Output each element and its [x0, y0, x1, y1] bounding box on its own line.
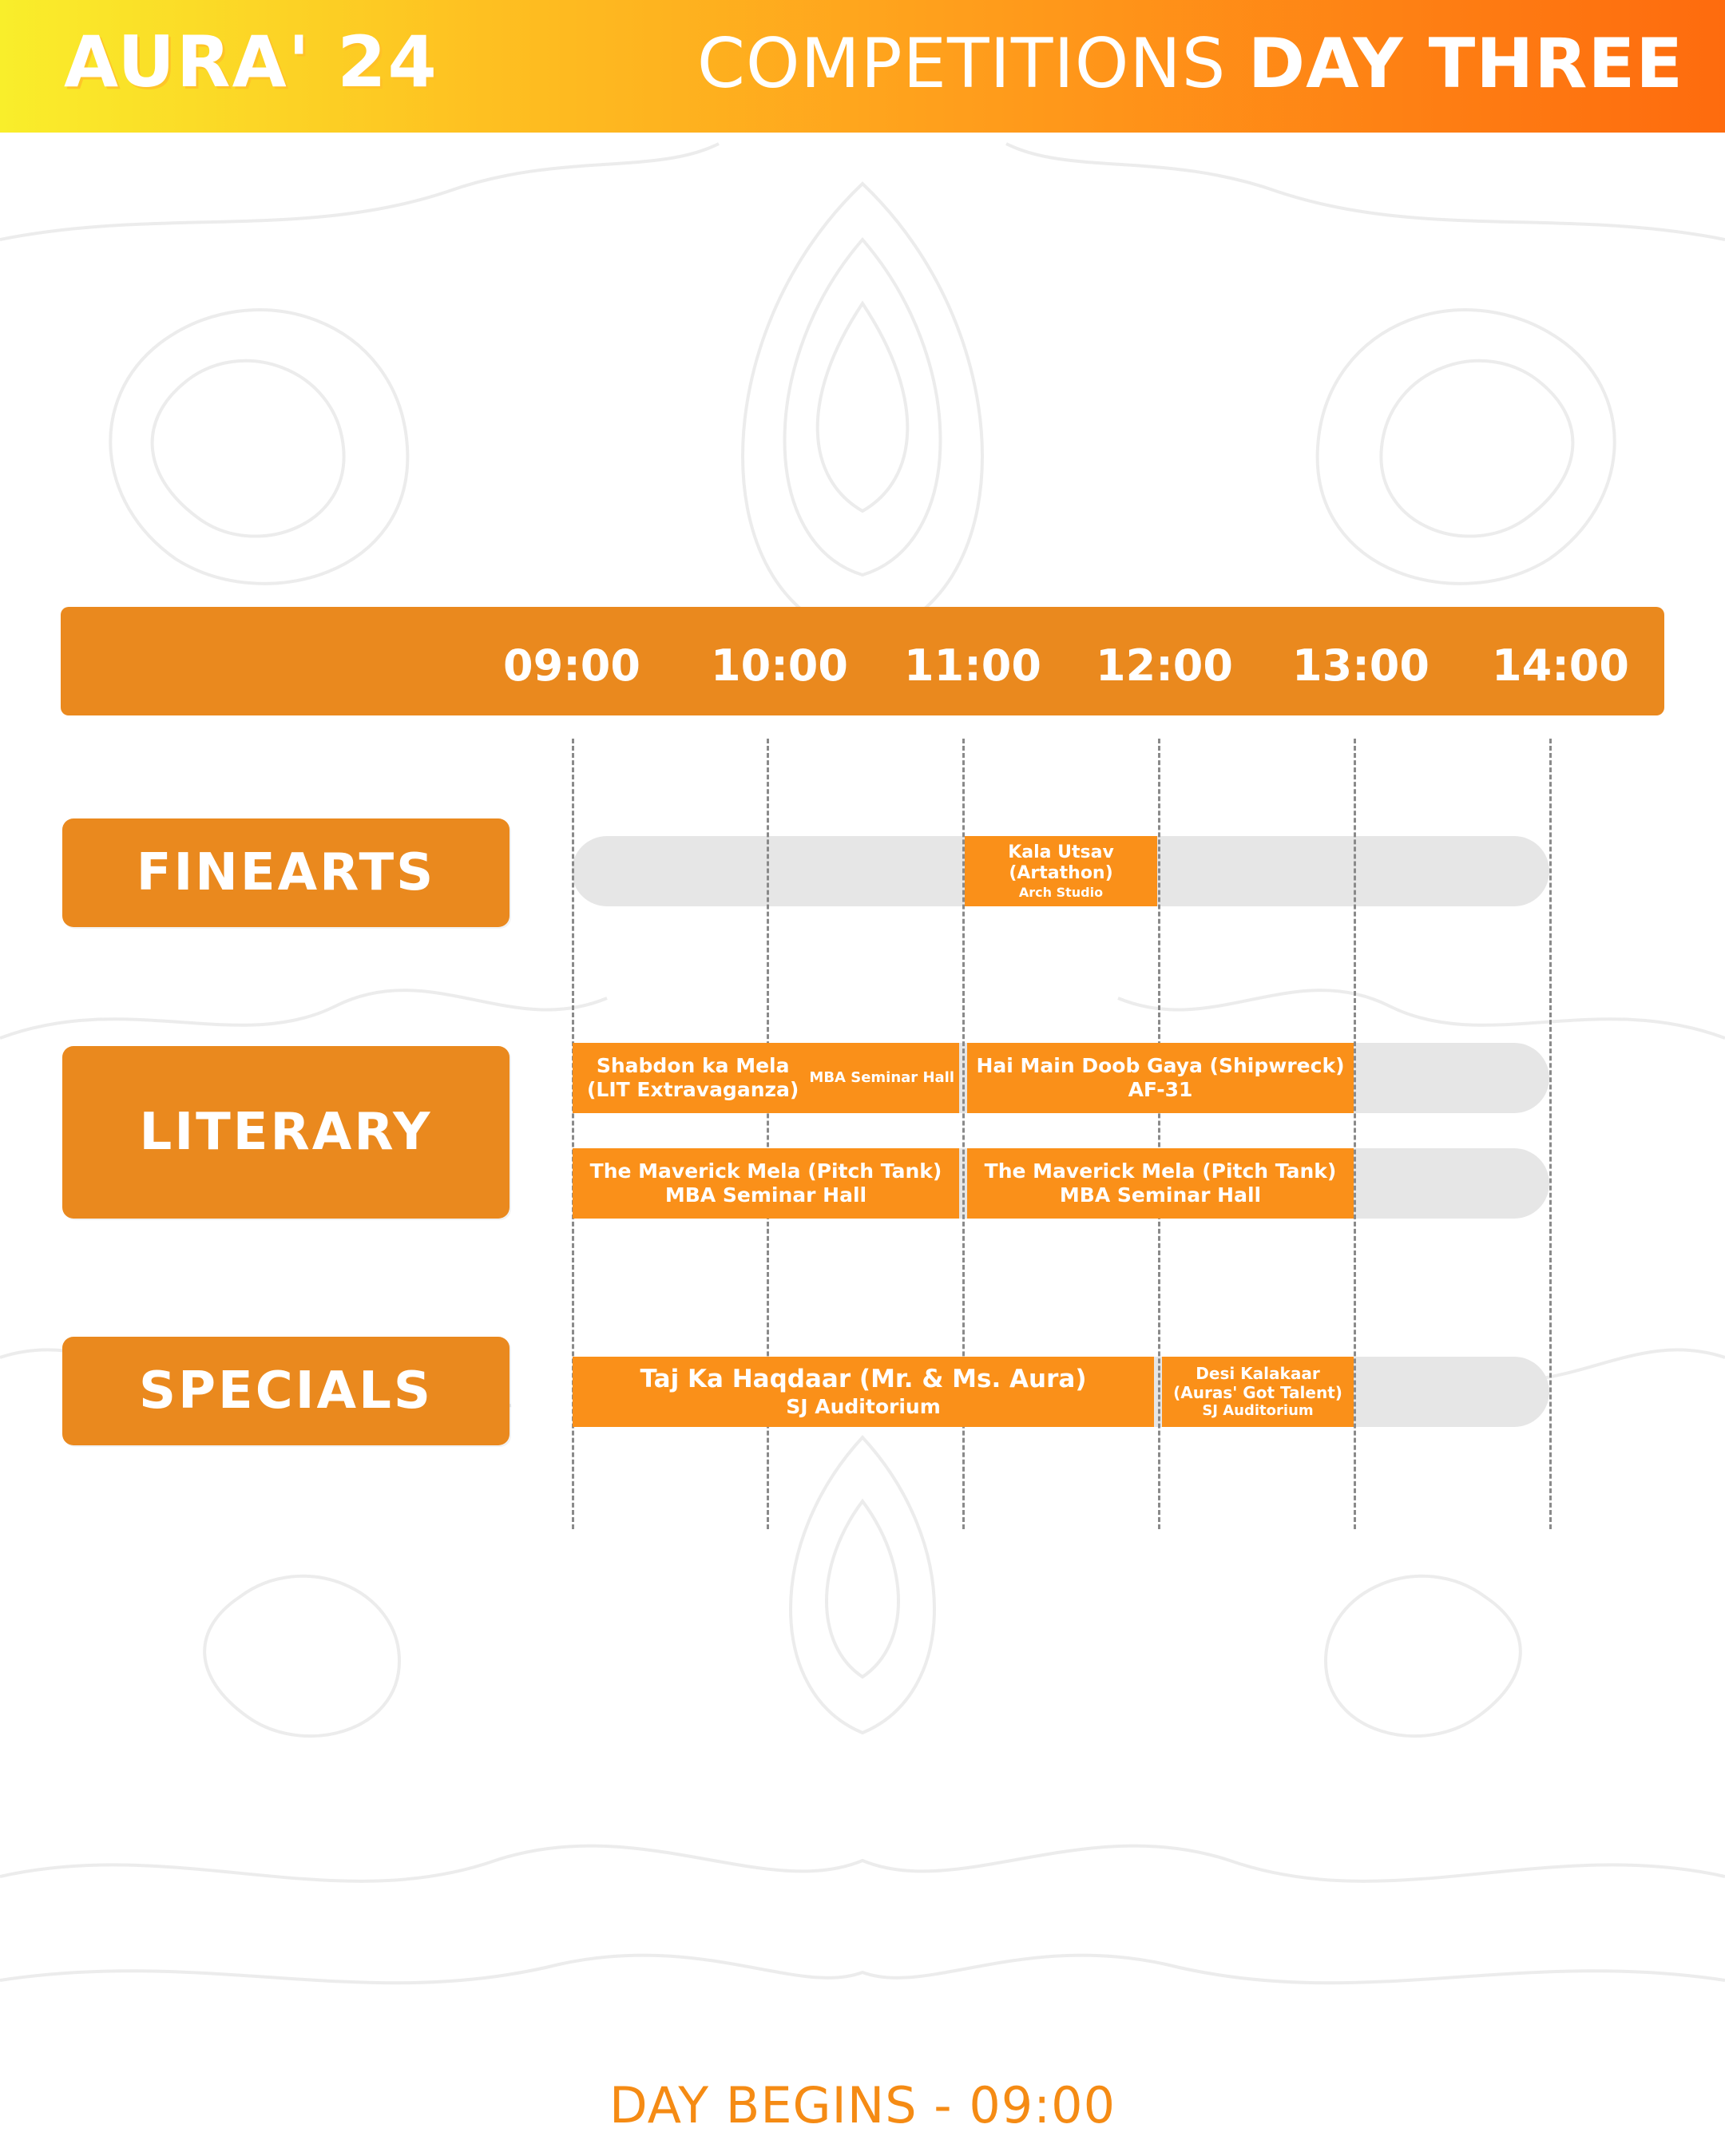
- event-title-group: Shabdon ka Mela (LIT Extravaganza): [587, 1054, 799, 1102]
- time-label-0900: 09:00: [503, 640, 640, 691]
- event-shabdon-ka-mela[interactable]: Shabdon ka Mela (LIT Extravaganza) MBA S…: [573, 1043, 959, 1113]
- event-title: Hai Main Doob Gaya (Shipwreck): [976, 1054, 1345, 1077]
- event-venue: SJ Auditorium: [786, 1394, 941, 1418]
- event-subtitle: (Artathon): [1009, 863, 1113, 884]
- event-title: Shabdon ka Mela: [596, 1054, 790, 1077]
- event-kala-utsav[interactable]: Kala Utsav (Artathon) Arch Studio: [965, 836, 1157, 906]
- category-specials: SPECIALS: [62, 1337, 510, 1445]
- time-label-1100: 11:00: [904, 640, 1041, 691]
- day-begins-footer: DAY BEGINS - 09:00: [609, 2076, 1116, 2134]
- time-label-1300: 13:00: [1292, 640, 1430, 691]
- category-literary: LITERARY: [62, 1046, 510, 1219]
- event-subtitle: (Auras' Got Talent): [1173, 1383, 1342, 1403]
- header-banner: AURA' 24 COMPETITIONS DAY THREE: [0, 0, 1725, 133]
- event-venue: AF-31: [1128, 1078, 1193, 1101]
- event-desi-kalakaar[interactable]: Desi Kalakaar (Auras' Got Talent) SJ Aud…: [1162, 1357, 1354, 1427]
- time-label-1200: 12:00: [1096, 640, 1233, 691]
- event-title: The Maverick Mela (Pitch Tank): [984, 1159, 1337, 1183]
- event-subtitle: (LIT Extravaganza): [587, 1078, 799, 1101]
- grid-line-1300: [1354, 739, 1356, 1529]
- event-venue: MBA Seminar Hall: [1059, 1183, 1262, 1207]
- page-title-light: COMPETITIONS: [696, 24, 1227, 104]
- event-title: Kala Utsav: [1008, 842, 1114, 863]
- grid-line-1400: [1549, 739, 1552, 1529]
- event-title: Desi Kalakaar: [1196, 1364, 1320, 1384]
- grid-line-1200: [1158, 739, 1160, 1529]
- event-taj-ka-haqdaar[interactable]: Taj Ka Haqdaar (Mr. & Ms. Aura) SJ Audit…: [573, 1357, 1154, 1427]
- time-label-1400: 14:00: [1492, 640, 1629, 691]
- event-shipwreck[interactable]: Hai Main Doob Gaya (Shipwreck) AF-31: [967, 1043, 1354, 1113]
- page-title: COMPETITIONS DAY THREE: [697, 24, 1683, 104]
- page-title-bold: DAY THREE: [1247, 24, 1683, 104]
- event-venue: Arch Studio: [1018, 884, 1104, 900]
- event-title: Taj Ka Haqdaar (Mr. & Ms. Aura): [640, 1365, 1087, 1394]
- event-venue: SJ Auditorium: [1202, 1402, 1314, 1420]
- event-venue: MBA Seminar Hall: [809, 1069, 954, 1087]
- event-title: The Maverick Mela (Pitch Tank): [589, 1159, 942, 1183]
- event-venue: MBA Seminar Hall: [664, 1183, 867, 1207]
- event-maverick-mela-2[interactable]: The Maverick Mela (Pitch Tank) MBA Semin…: [967, 1148, 1354, 1219]
- brand-logo-text: AURA' 24: [64, 21, 438, 103]
- time-label-1000: 10:00: [711, 640, 848, 691]
- event-maverick-mela-1[interactable]: The Maverick Mela (Pitch Tank) MBA Semin…: [573, 1148, 959, 1219]
- category-finearts: FINEARTS: [62, 818, 510, 927]
